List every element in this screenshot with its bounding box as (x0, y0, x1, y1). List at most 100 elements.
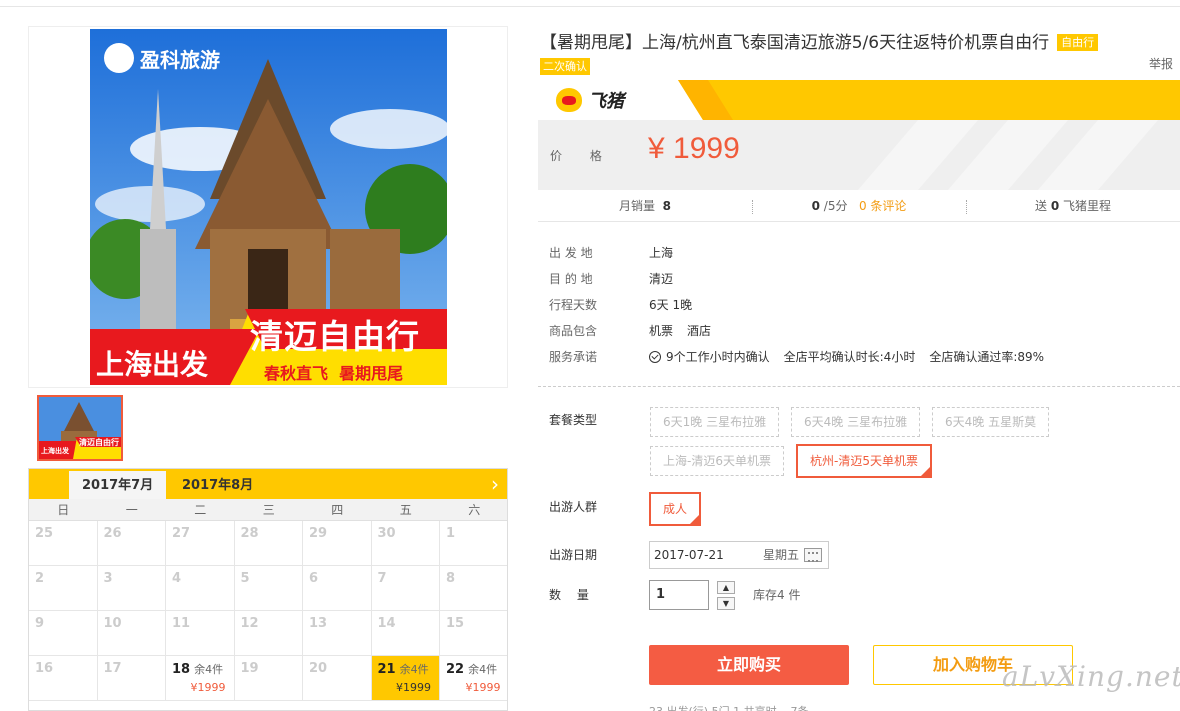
day-number: 13 (309, 616, 328, 631)
top-divider (0, 6, 1180, 7)
calendar-day: 16 (29, 656, 98, 700)
day-number: 15 (446, 616, 465, 631)
calendar-day: 26 (98, 521, 166, 565)
rating-value: 0 (811, 199, 820, 213)
include-hotel: 酒店 (687, 324, 712, 338)
calendar-day: 17 (98, 656, 166, 700)
date-input[interactable]: 2017-07-21 星期五 (649, 541, 829, 569)
calendar-weekdays: 日 一 二 三 四 五 六 (29, 499, 507, 521)
day-number: 27 (172, 526, 191, 541)
calendar-week-row: 25 26 27 28 29 30 1 (29, 521, 507, 566)
weekday-label: 五 (399, 503, 412, 517)
package-option[interactable]: 6天4晚 三星布拉雅 (791, 407, 921, 437)
calendar-day: 29 (303, 521, 372, 565)
info-row-destination: 目 的 地 清迈 (549, 270, 1058, 296)
miles: 送 0 飞猪里程 (966, 192, 1180, 221)
info-value: 6天 1晚 (649, 298, 693, 312)
info-key: 出 发 地 (549, 246, 593, 260)
quantity-up-button[interactable]: ▲ (717, 581, 735, 594)
day-number: 8 (446, 571, 456, 586)
group-label: 出游人群 (549, 500, 598, 514)
day-number: 9 (35, 616, 45, 631)
day-price: ¥1999 (190, 681, 226, 694)
day-number: 6 (309, 571, 319, 586)
site-watermark: aLvXing.net (1002, 660, 1180, 693)
calendar-day: 27 (166, 521, 235, 565)
price-panel: 价 格 ¥ 1999 (538, 120, 1180, 190)
calendar-day: 5 (235, 566, 303, 610)
calendar-day: 9 (29, 611, 98, 655)
temple-photo: 盈科旅游 清迈自由行 上海出发 春秋直飞 暑期甩尾 (90, 29, 447, 385)
calendar-day: 20 (303, 656, 372, 700)
calendar-day: 15 (440, 611, 507, 655)
calendar-week-row: 2 3 4 5 6 7 8 (29, 566, 507, 611)
rating-unit: /5分 (823, 199, 848, 213)
day-stock: 余4件 (194, 663, 224, 676)
package-label: 套餐类型 (549, 413, 598, 427)
calendar-day: 28 (235, 521, 303, 565)
main-product-image: 盈科旅游 清迈自由行 上海出发 春秋直飞 暑期甩尾 (28, 26, 508, 388)
tab-august[interactable]: 2017年8月 (169, 471, 266, 499)
chevron-right-icon[interactable]: › (491, 471, 499, 497)
day-price: ¥1999 (465, 681, 501, 694)
package-option[interactable]: 6天1晚 三星布拉雅 (650, 407, 780, 437)
brand-name: 飞猪 (588, 91, 624, 112)
calendar-icon[interactable] (804, 548, 822, 562)
weekday-label: 四 (331, 503, 344, 517)
calendar-day[interactable]: 22 余4件 ¥1999 (440, 656, 507, 700)
info-row-duration: 行程天数 6天 1晚 (549, 296, 1058, 322)
package-option-selected[interactable]: 杭州-清迈5天单机票 (796, 444, 932, 478)
confirm-badge: 二次确认 (540, 58, 590, 75)
thumb-origin: 上海出发 (41, 447, 69, 455)
product-info: 出 发 地 上海 目 的 地 清迈 行程天数 6天 1晚 商品包含 机票 酒店 服… (549, 244, 1058, 374)
stats-bar: 月销量 8 0 /5分 0 条评论 送 0 飞猪里程 (538, 192, 1180, 222)
miles-prefix: 送 (1034, 199, 1047, 213)
reviews-link[interactable]: 0 条评论 (859, 199, 906, 213)
rating: 0 /5分 0 条评论 (752, 192, 966, 221)
calendar-day: 4 (166, 566, 235, 610)
calendar-day: 10 (98, 611, 166, 655)
calendar-day: 25 (29, 521, 98, 565)
date-value: 2017-07-21 (654, 548, 724, 562)
day-number: 16 (35, 661, 54, 676)
calendar-grid: 25 26 27 28 29 30 1 2 3 4 5 6 7 8 9 10 11 12 13 14 15 16 17 18 余… (29, 521, 507, 701)
calendar-day: 1 (440, 521, 507, 565)
report-link[interactable]: 举报 (1149, 55, 1173, 72)
brand-text: 盈科旅游 (140, 47, 220, 72)
day-stock: 余4件 (399, 663, 429, 676)
day-number: 12 (240, 616, 259, 631)
quantity-down-button[interactable]: ▼ (717, 597, 735, 610)
calendar-week-row: 16 17 18 余4件 ¥1999 19 20 21 余4件 ¥1999 22 余4件 ¥1999 (29, 656, 507, 701)
weekday-label: 日 (57, 503, 70, 517)
quantity-input[interactable]: 1 (649, 580, 709, 610)
package-option[interactable]: 6天4晚 五星斯莫 (932, 407, 1050, 437)
group-option-adult[interactable]: 成人 (649, 492, 702, 526)
day-number: 29 (309, 526, 328, 541)
stock-text: 库存4 件 (753, 588, 801, 602)
day-number: 20 (309, 661, 328, 676)
package-option[interactable]: 上海-清迈6天单机票 (650, 446, 784, 476)
tab-july[interactable]: 2017年7月 (69, 471, 167, 499)
thumbnail-selected[interactable]: 清迈自由行 上海出发 (37, 395, 123, 461)
calendar-day: 14 (372, 611, 440, 655)
calendar-day[interactable]: 18 余4件 ¥1999 (166, 656, 235, 700)
date-calendar: 2017年7月 2017年8月 › 日 一 二 三 四 五 六 25 26 27 28… (28, 468, 508, 711)
weekday-value: 星期五 (763, 548, 800, 562)
calendar-day: 30 (372, 521, 440, 565)
calendar-day: 7 (372, 566, 440, 610)
thumb-headline: 清迈自由行 (79, 438, 119, 447)
calendar-day: 3 (98, 566, 166, 610)
day-number: 5 (240, 571, 250, 586)
day-number: 1 (446, 526, 456, 541)
calendar-day-selected[interactable]: 21 余4件 ¥1999 (371, 656, 440, 700)
info-key: 行程天数 (549, 298, 598, 312)
section-divider (538, 386, 1180, 387)
weekday-label: 三 (262, 503, 275, 517)
miles-suffix: 飞猪里程 (1063, 199, 1112, 213)
info-row-service: 服务承诺 9个工作小时内确认 全店平均确认时长:4小时 全店确认通过率:89% (549, 348, 1058, 374)
buy-now-button[interactable]: 立即购买 (649, 645, 849, 685)
service-pass-rate: 全店确认通过率:89% (929, 350, 1045, 364)
info-key: 目 的 地 (549, 272, 593, 286)
image-headline: 清迈自由行 (250, 317, 420, 356)
day-number: 26 (103, 526, 122, 541)
